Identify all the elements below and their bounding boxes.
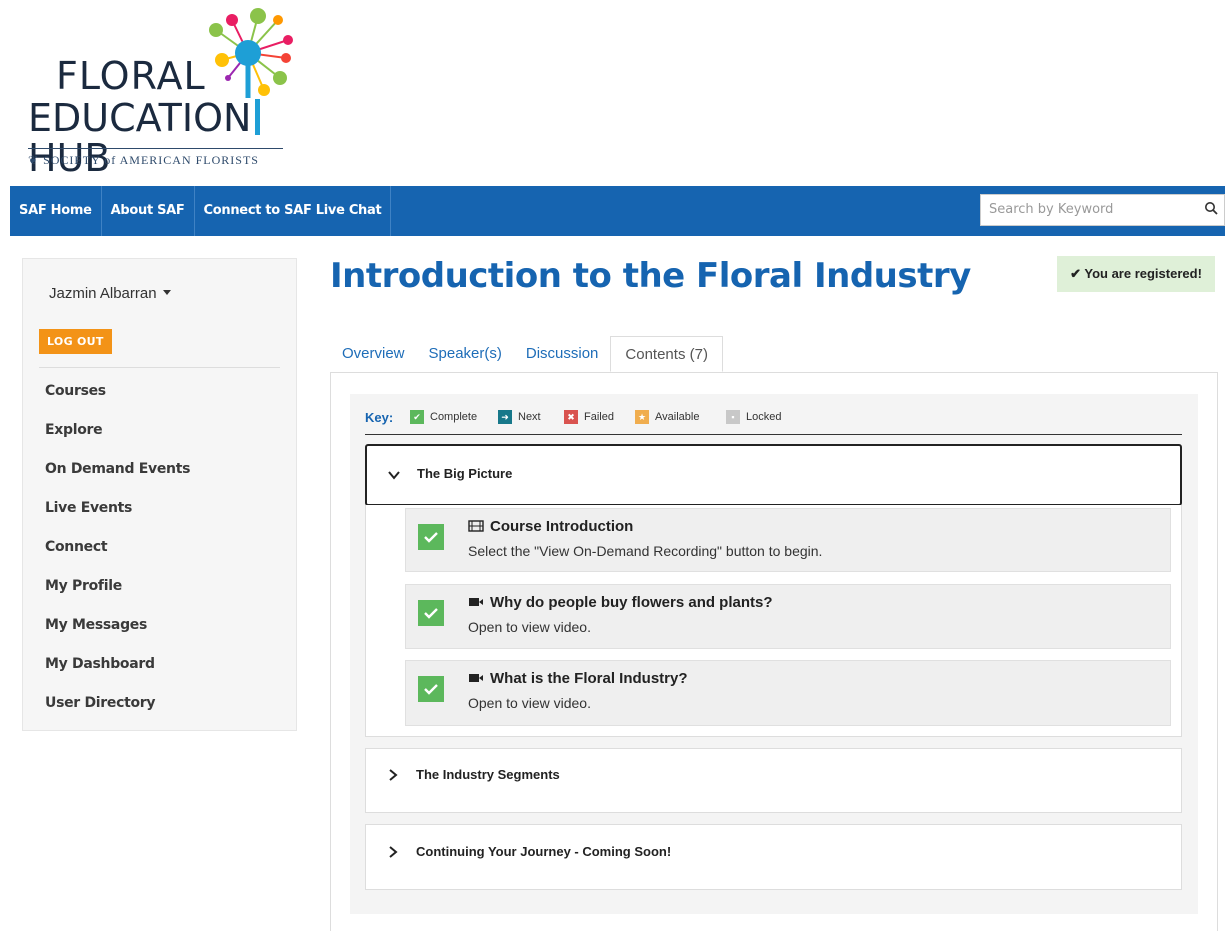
content-item-what-is-floral-industry[interactable]: What is the Floral Industry? Open to vie… [405,660,1171,726]
available-star-icon: ★ [635,410,649,425]
logo-divider [255,99,261,135]
item-title-text: Course Introduction [490,518,634,535]
logo-text-education: EDUCATION [28,96,252,140]
item-title: What is the Floral Industry? [468,670,688,687]
key-item-complete: ✔ Complete [410,410,478,425]
sidebar-item-user-directory[interactable]: User Directory [45,689,190,728]
complete-check-icon [418,676,444,702]
nav-link-about-saf[interactable]: About SAF [102,186,195,236]
search-icon[interactable] [1204,201,1218,215]
sidebar-item-my-profile[interactable]: My Profile [45,572,190,611]
tab-contents[interactable]: Contents (7) [610,336,723,372]
item-description: Open to view video. [468,619,591,635]
content-item-why-buy-flowers[interactable]: Why do people buy flowers and plants? Op… [405,584,1171,649]
user-name: Jazmin Albarran [49,285,157,302]
item-title: Why do people buy flowers and plants? [468,594,773,611]
section-continuing-your-journey[interactable]: Continuing Your Journey - Coming Soon! [365,824,1182,890]
logo-tagline-text: SOCIETY of AMERICAN FLORISTS [43,153,259,167]
key-item-locked: ▪ Locked [726,410,782,425]
key-item-next: ➜ Next [498,410,541,425]
check-icon: ✔ [1070,266,1085,281]
tab-overview[interactable]: Overview [330,336,417,372]
sidebar-menu: Courses Explore On Demand Events Live Ev… [45,377,190,728]
top-nav-bar: SAF Home About SAF Connect to SAF Live C… [10,186,1225,236]
section-title: The Industry Segments [416,767,560,782]
key-available-label: Available [655,411,700,423]
sidebar-item-my-messages[interactable]: My Messages [45,611,190,650]
item-title-text: What is the Floral Industry? [490,670,688,687]
section-title: Continuing Your Journey - Coming Soon! [416,844,672,859]
item-title-text: Why do people buy flowers and plants? [490,594,773,611]
logo-tagline: ❦ SOCIETY of AMERICAN FLORISTS [28,148,283,168]
sidebar-item-connect[interactable]: Connect [45,533,190,572]
sidebar-item-live-events[interactable]: Live Events [45,494,190,533]
lock-icon: ▪ [726,410,740,425]
tab-speakers[interactable]: Speaker(s) [417,336,514,372]
key-complete-label: Complete [430,411,478,423]
page-title: Introduction to the Floral Industry [330,256,971,296]
film-icon [468,520,484,532]
registered-badge: ✔ You are registered! [1057,256,1215,292]
content-item-course-introduction[interactable]: Course Introduction Select the "View On-… [405,508,1171,572]
logout-button[interactable]: LOG OUT [39,329,112,354]
section-title: The Big Picture [417,466,513,481]
nav-link-saf-home[interactable]: SAF Home [10,186,102,236]
chevron-right-icon [389,769,398,781]
saf-emblem-icon: ❦ [28,153,44,167]
nav-link-live-chat[interactable]: Connect to SAF Live Chat [195,186,392,236]
key-item-available: ★ Available [635,410,700,425]
course-tabs: Overview Speaker(s) Discussion Contents … [330,336,723,372]
sidebar-item-courses[interactable]: Courses [45,377,190,416]
sidebar-item-my-dashboard[interactable]: My Dashboard [45,650,190,689]
sidebar-item-explore[interactable]: Explore [45,416,190,455]
video-camera-icon [469,598,483,606]
chevron-down-icon [388,471,400,480]
user-menu[interactable]: Jazmin Albarran [49,285,171,302]
caret-down-icon [162,290,171,295]
next-arrow-icon: ➜ [498,410,512,425]
sidebar-divider [39,367,280,368]
key-next-label: Next [518,411,541,423]
sidebar-item-on-demand-events[interactable]: On Demand Events [45,455,190,494]
search-box [980,194,1225,226]
complete-check-icon [418,600,444,626]
item-description: Open to view video. [468,695,591,711]
section-the-big-picture[interactable]: The Big Picture [365,444,1182,506]
video-camera-icon [469,674,483,682]
search-input[interactable] [981,195,1189,223]
section-the-industry-segments[interactable]: The Industry Segments [365,748,1182,813]
item-title: Course Introduction [468,518,633,535]
complete-icon: ✔ [410,410,424,425]
key-locked-label: Locked [746,411,782,423]
flower-burst-icon [209,8,293,98]
key-failed-label: Failed [584,411,614,423]
registered-text: You are registered! [1084,266,1202,281]
status-key: Key: ✔ Complete ➜ Next ✖ Failed ★ Available … [365,406,1182,435]
key-label: Key: [365,410,394,425]
logo-text-floral: FLORAL [56,54,206,98]
sidebar: Jazmin Albarran LOG OUT Courses Explore … [22,258,297,731]
failed-x-icon: ✖ [564,410,578,425]
item-description: Select the "View On-Demand Recording" bu… [468,543,823,559]
key-item-failed: ✖ Failed [564,410,614,425]
complete-check-icon [418,524,444,550]
tab-discussion[interactable]: Discussion [514,336,611,372]
site-logo[interactable]: FLORAL EDUCATIONHUB ❦ SOCIETY of AMERICA… [28,8,298,178]
chevron-right-icon [389,846,398,858]
